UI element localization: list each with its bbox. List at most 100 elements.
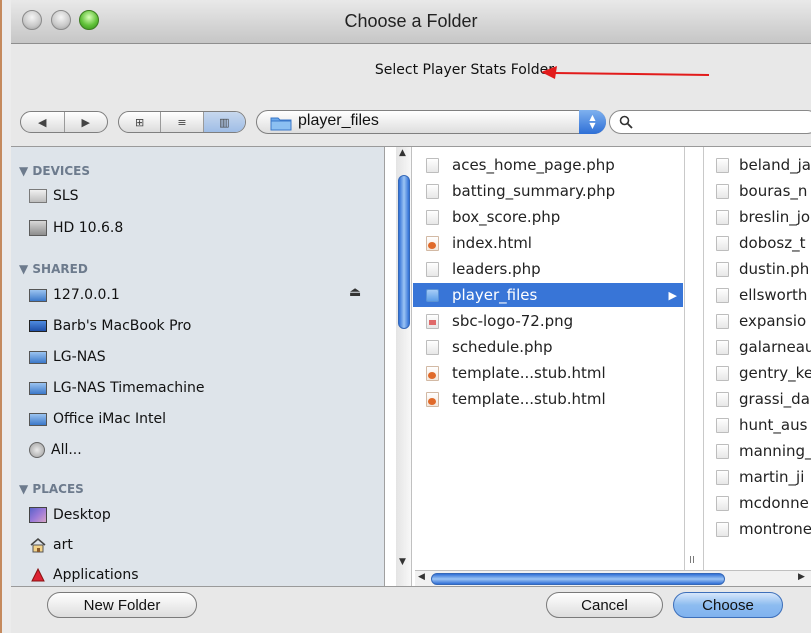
file-row[interactable]: gentry_ke [704,361,811,385]
file-row[interactable]: dobosz_t [704,231,805,255]
file-row[interactable]: mcdonne [704,491,809,515]
monitor-icon [29,381,47,395]
sidebar-item-lg-nas[interactable]: LG-NAS [29,345,106,369]
scroll-right-arrow-icon[interactable]: ▶ [798,572,805,582]
search-field[interactable] [609,110,811,134]
monitor-icon [29,288,47,302]
sidebar-item-label: LG-NAS Timemachine [53,380,205,396]
sidebar-header-shared[interactable]: ▼ SHARED [19,262,88,276]
eject-icon[interactable]: ⏏ [349,285,361,300]
monitor-icon [29,350,47,364]
sidebar-item-label: 127.0.0.1 [53,287,120,303]
forward-button[interactable]: ▶ [65,112,108,132]
file-row[interactable]: leaders.php [413,257,683,281]
resize-grip-icon[interactable]: II [689,555,695,566]
php-file-icon [716,157,729,173]
php-file-icon [716,469,729,485]
php-file-icon [716,261,729,277]
desktop-icon [29,507,47,523]
sidebar-header-devices[interactable]: ▼ DEVICES [19,164,90,178]
file-row[interactable]: batting_summary.php [413,179,683,203]
cancel-button[interactable]: Cancel [546,592,663,618]
sidebar-item-office-imac[interactable]: Office iMac Intel [29,407,166,431]
forward-arrow-icon: ▶ [81,115,90,129]
sidebar-item-label: All... [51,442,82,458]
scroll-up-arrow-icon[interactable]: ▲ [399,148,406,158]
php-file-icon [426,209,439,225]
file-row[interactable]: index.html [413,231,683,255]
column-resize-handle[interactable]: II [685,147,704,586]
file-name: aces_home_page.php [452,156,615,174]
file-name: gentry_ke [739,364,811,382]
file-row[interactable]: sbc-logo-72.png [413,309,683,333]
file-row[interactable]: breslin_jo [704,205,810,229]
icon-view-button[interactable]: ⊞ [119,112,162,132]
file-column-1: aces_home_page.php batting_summary.php box… [413,147,685,586]
dialog-prompt: Select Player Stats Folder [374,62,554,78]
file-name: beland_ja [739,156,811,174]
sidebar-item-desktop[interactable]: Desktop [29,503,111,527]
file-row[interactable]: expansio [704,309,806,333]
window-left-edge [0,0,11,633]
file-row[interactable]: schedule.php [413,335,683,359]
new-folder-button[interactable]: New Folder [47,592,197,618]
file-row[interactable]: box_score.php [413,205,683,229]
scroll-left-arrow-icon[interactable]: ◀ [418,572,425,582]
file-row[interactable]: bouras_n [704,179,807,203]
sidebar-item-label: art [53,537,73,553]
list-view-button[interactable]: ≡ [161,112,204,132]
sidebar-scroll-thumb[interactable] [398,175,410,329]
choose-button[interactable]: Choose [673,592,783,618]
sidebar-item-barbs-macbook[interactable]: Barb's MacBook Pro [29,314,191,338]
sidebar-item-all[interactable]: All... [29,438,82,462]
sidebar-item-label: Barb's MacBook Pro [53,318,192,334]
file-name: player_files [452,286,538,304]
path-popup-button[interactable]: player_files ▲ ▼ [256,110,606,134]
file-row[interactable]: aces_home_page.php [413,153,683,177]
sidebar-item-applications[interactable]: Applications [29,563,139,586]
horizontal-scroll-thumb[interactable] [431,573,725,585]
file-row[interactable]: beland_ja [704,153,811,177]
sidebar-item-label: HD 10.6.8 [53,220,124,236]
sidebar-item-label: Desktop [53,507,111,523]
file-row-selected[interactable]: player_files ▶ [413,283,683,307]
file-row[interactable]: ellsworth [704,283,807,307]
file-row[interactable]: dustin.ph [704,257,809,281]
php-file-icon [716,313,729,329]
file-name: ellsworth [739,286,808,304]
sidebar-item-label: Office iMac Intel [53,411,167,427]
globe-icon [29,442,45,458]
file-row[interactable]: hunt_aus [704,413,807,437]
file-row[interactable]: template...stub.html [413,361,683,385]
sidebar-item-lg-nas-timemachine[interactable]: LG-NAS Timemachine [29,376,205,400]
column-view-button[interactable]: ▥ [203,112,245,132]
sidebar-header-places[interactable]: ▼ PLACES [19,482,84,496]
php-file-icon [716,495,729,511]
scroll-down-arrow-icon[interactable]: ▼ [399,557,406,567]
file-name: martin_ji [739,468,805,486]
file-row[interactable]: montrone [704,517,811,541]
path-popup-stepper[interactable]: ▲ ▼ [579,110,606,134]
sidebar-item-hd[interactable]: HD 10.6.8 [29,216,123,240]
sidebar-item-sls[interactable]: SLS [29,184,79,208]
file-row[interactable]: galarneau [704,335,811,359]
file-name: hunt_aus [739,416,808,434]
file-row[interactable]: manning_ [704,439,811,463]
php-file-icon [716,235,729,251]
php-file-icon [716,391,729,407]
php-file-icon [716,417,729,433]
horizontal-scrollbar[interactable]: ◀ ▶ [415,570,811,586]
folder-icon [270,117,292,131]
file-row[interactable]: martin_ji [704,465,804,489]
folder-icon [426,288,439,302]
sidebar-scrollbar[interactable]: ▲ ▼ [396,147,412,586]
sidebar-item-localhost[interactable]: 127.0.0.1 [29,283,120,307]
back-button[interactable]: ◀ [21,112,65,132]
file-row[interactable]: grassi_da [704,387,810,411]
file-row[interactable]: template...stub.html [413,387,683,411]
red-arrow-annotation [541,66,710,79]
file-name: index.html [452,234,532,252]
sidebar: ▼ DEVICES SLS HD 10.6.8 ▼ SHARED 127.0.0… [11,147,385,586]
toolbar: ◀ ▶ ⊞ ≡ ▥ player_files ▲ ▼ [11,100,811,140]
sidebar-item-art[interactable]: art [29,533,73,557]
